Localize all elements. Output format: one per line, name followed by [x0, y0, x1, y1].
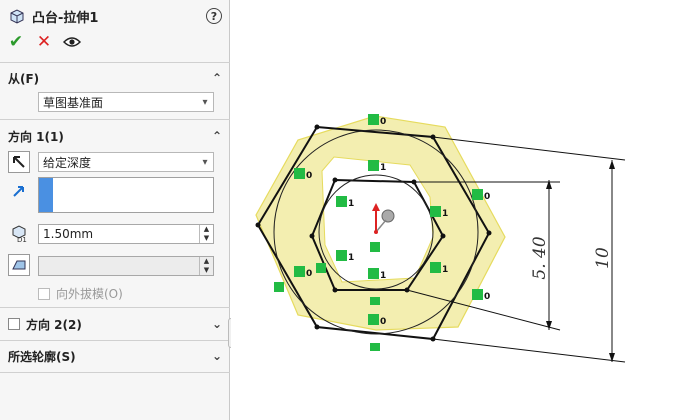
action-bar: ✔ ✕	[6, 32, 82, 52]
svg-text:1: 1	[442, 265, 448, 275]
from-select-value: 草图基准面	[43, 95, 104, 110]
svg-text:0: 0	[306, 269, 312, 279]
relation-marker[interactable]	[430, 262, 441, 273]
extrude-boss-icon	[10, 9, 24, 24]
relation-marker[interactable]	[336, 250, 347, 261]
graphics-viewport[interactable]: 5. 40 10 0 1 0 1 0 1 1 1 1 0 0 0	[231, 0, 700, 420]
depth-spinner[interactable]: ▲ ▼	[199, 225, 213, 243]
close-icon[interactable]: ✕	[34, 32, 54, 52]
chevron-down-icon[interactable]: ⌄	[212, 317, 222, 331]
separator	[0, 119, 230, 120]
draft-icon	[12, 260, 26, 270]
svg-text:1: 1	[348, 253, 354, 263]
from-section-label: 从(F)	[8, 71, 40, 86]
separator	[0, 340, 230, 341]
from-select[interactable]: 草图基准面 ▾	[38, 92, 214, 112]
feature-header: 凸台-拉伸1 ?	[8, 6, 222, 26]
property-manager-panel: 凸台-拉伸1 ? ✔ ✕ 从(F) ⌃ 草图基准面 ▾ 方向 1(1) ⌃ 给定…	[0, 0, 230, 420]
dimension-540-label[interactable]: 5. 40	[530, 236, 550, 279]
horizontal-marker[interactable]	[370, 343, 380, 351]
coincident-marker[interactable]	[370, 242, 380, 252]
svg-text:0: 0	[306, 171, 312, 181]
eye-icon[interactable]	[62, 32, 82, 52]
dimension-10-label[interactable]: 10	[593, 247, 613, 269]
relation-marker[interactable]	[368, 114, 379, 125]
sketch-canvas[interactable]: 5. 40 10 0 1 0 1 0 1 1 1 1 0 0 0	[231, 0, 700, 420]
relation-marker[interactable]	[472, 289, 483, 300]
svg-text:1: 1	[380, 271, 386, 281]
direction2-checkbox[interactable]	[8, 318, 20, 330]
relation-marker[interactable]	[430, 206, 441, 217]
from-section-header[interactable]: 从(F) ⌃	[8, 68, 222, 88]
selected-contours-header[interactable]: 所选轮廓(S) ⌄	[8, 346, 222, 366]
relation-marker[interactable]	[368, 314, 379, 325]
coincident-marker[interactable]	[274, 282, 284, 292]
draft-toggle-button[interactable]	[8, 254, 30, 276]
direction2-header[interactable]: 方向 2(2) ⌄	[8, 314, 222, 334]
chevron-down-icon[interactable]: ⌄	[212, 349, 222, 363]
feature-title: 凸台-拉伸1	[32, 10, 99, 26]
direction1-label: 方向 1(1)	[8, 129, 64, 144]
relation-marker[interactable]	[294, 168, 305, 179]
help-button[interactable]: ?	[206, 8, 222, 24]
separator	[0, 62, 230, 63]
draft-outward-checkbox: 向外拔模(O)	[38, 285, 123, 302]
relation-marker[interactable]	[336, 196, 347, 207]
depth-input[interactable]: 1.50mm ▲ ▼	[38, 224, 214, 244]
svg-text:1: 1	[380, 163, 386, 173]
svg-text:0: 0	[484, 192, 490, 202]
selection-focus-bar	[39, 178, 53, 212]
svg-text:D1: D1	[17, 236, 27, 243]
depth-value: 1.50mm	[43, 227, 94, 241]
end-condition-value: 给定深度	[43, 155, 92, 170]
relation-marker[interactable]	[368, 160, 379, 171]
svg-text:0: 0	[380, 117, 386, 127]
separator	[0, 372, 230, 373]
draft-outward-label: 向外拔模(O)	[56, 287, 123, 301]
direction-selection-box[interactable]	[38, 177, 214, 213]
chevron-up-icon[interactable]: ⌃	[212, 71, 222, 85]
relation-marker[interactable]	[472, 189, 483, 200]
selected-contours-label: 所选轮廓(S)	[8, 349, 76, 364]
svg-text:0: 0	[484, 292, 490, 302]
relation-marker[interactable]	[294, 266, 305, 277]
direction-vector-icon	[8, 180, 30, 202]
separator	[0, 307, 230, 308]
depth-icon: D1	[8, 222, 30, 244]
draft-spinner: ▲ ▼	[199, 257, 213, 275]
chevron-down-icon: ▾	[202, 96, 208, 108]
extrude-preview	[255, 115, 506, 331]
reverse-direction-button[interactable]	[8, 151, 30, 173]
check-icon[interactable]: ✔	[6, 32, 26, 52]
direction2-label: 方向 2(2)	[26, 317, 82, 332]
end-condition-select[interactable]: 给定深度 ▾	[38, 152, 214, 172]
direction1-header[interactable]: 方向 1(1) ⌃	[8, 126, 222, 146]
svg-text:0: 0	[380, 317, 386, 327]
reverse-arrow-icon	[13, 156, 25, 168]
draft-angle-input: ▲ ▼	[38, 256, 214, 276]
chevron-down-icon: ▾	[202, 156, 208, 168]
relation-marker[interactable]	[368, 268, 379, 279]
svg-text:1: 1	[442, 209, 448, 219]
coincident-marker[interactable]	[316, 263, 326, 273]
svg-text:1: 1	[348, 199, 354, 209]
horizontal-marker[interactable]	[370, 297, 380, 305]
chevron-up-icon[interactable]: ⌃	[212, 129, 222, 143]
